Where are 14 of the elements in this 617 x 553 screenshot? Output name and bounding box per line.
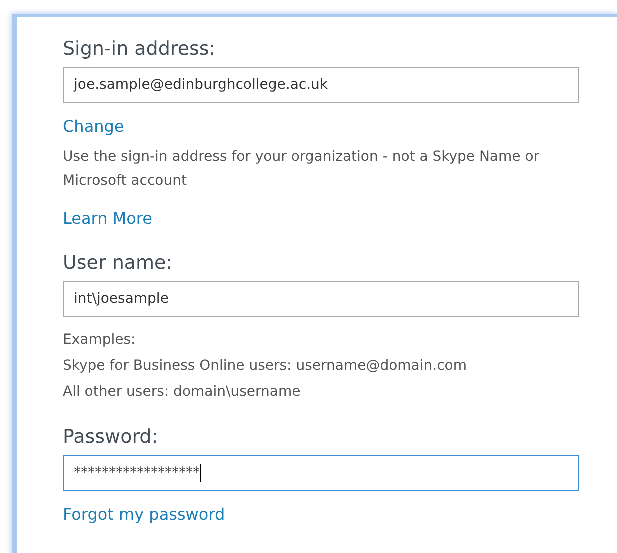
help-text: Examples: [63, 331, 137, 350]
field-label: Password: [63, 425, 160, 450]
link[interactable]: Change [63, 117, 124, 136]
link[interactable]: Forgot my password [63, 505, 226, 524]
link[interactable]: Learn More [63, 209, 152, 228]
help-text: All other users: domain\username [63, 383, 302, 402]
field-label: Sign-in address: [63, 37, 217, 62]
help-text: Skype for Business Online users: username@domain.com [63, 357, 468, 376]
input-field[interactable]: ****************** [63, 455, 579, 491]
input-field[interactable]: joe.sample@edinburghcollege.ac.uk [63, 67, 579, 103]
text-cursor [200, 464, 201, 482]
field-label: User name: [63, 251, 174, 276]
help-text: Use the sign-in address for your organization - not a Skype Name or Microsoft account [63, 148, 541, 191]
input-field[interactable]: int\joesample [63, 281, 579, 317]
